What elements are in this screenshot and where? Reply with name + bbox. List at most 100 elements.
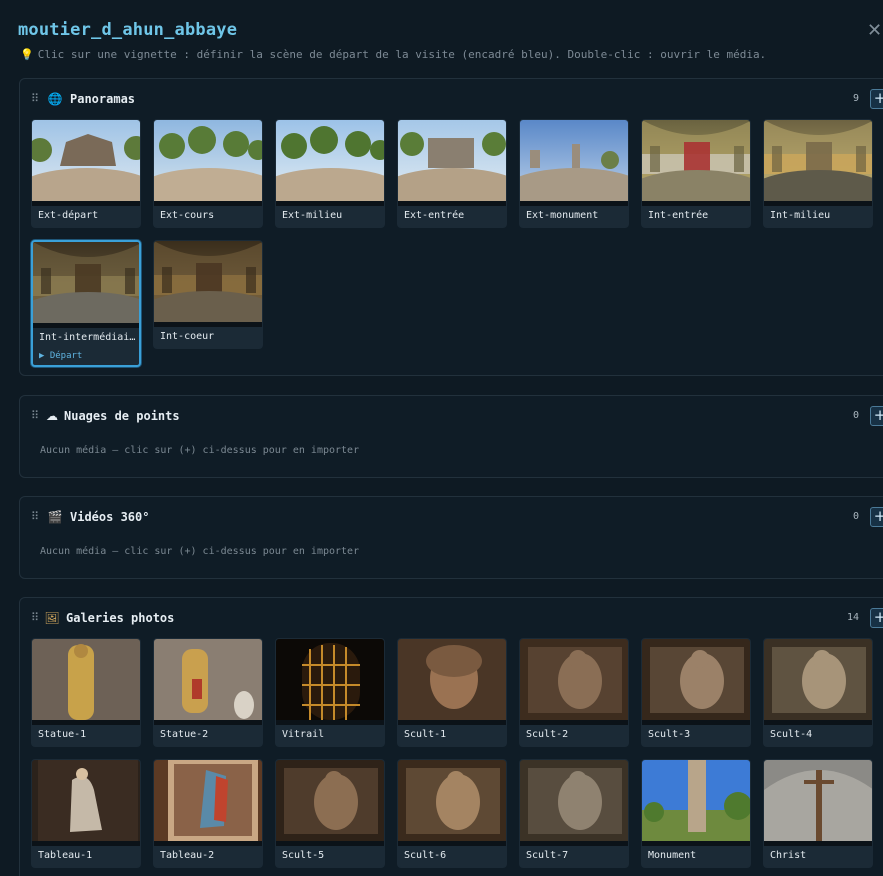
card-label: Scult-7 <box>526 850 569 861</box>
thumbnail-image <box>398 639 506 720</box>
thumbnail-strip <box>32 720 140 725</box>
panorama-card[interactable]: Ext-entrée <box>397 119 507 228</box>
photo-card[interactable]: Tableau-2 <box>153 759 263 868</box>
drag-handle-icon[interactable]: ⠿ <box>31 92 39 105</box>
close-icon[interactable]: ✕ <box>867 20 883 42</box>
thumbnail-image <box>154 120 262 201</box>
photo-card[interactable]: Tableau-1 <box>31 759 141 868</box>
thumbnail-strip <box>642 201 750 206</box>
thumbnail-strip <box>764 841 872 846</box>
thumbnail-strip <box>32 201 140 206</box>
card-label: Scult-6 <box>404 850 447 861</box>
cloud-icon: ☁ <box>46 409 58 423</box>
thumbnail-strip <box>398 201 506 206</box>
photo-card[interactable]: Scult-1 <box>397 638 507 747</box>
thumbnail-image <box>32 120 140 201</box>
hint-text: Clic sur une vignette : définir la scène… <box>37 48 767 61</box>
add-media-button[interactable]: + <box>870 89 883 109</box>
card-label: Ext-cours <box>160 210 215 221</box>
thumbnail-strip <box>642 720 750 725</box>
photo-card[interactable]: Scult-5 <box>275 759 385 868</box>
card-label: Scult-5 <box>282 850 325 861</box>
thumbnail-image <box>32 760 140 841</box>
section-videos: ⠿ 🎬 Vidéos 360° 0 + Aucun média — clic s… <box>19 496 883 579</box>
photo-card[interactable]: Statue-1 <box>31 638 141 747</box>
thumbnail-strip <box>520 201 628 206</box>
card-label: Int-intermédiaire <box>39 332 139 343</box>
thumbnail-strip <box>276 201 384 206</box>
photo-card[interactable]: Statue-2 <box>153 638 263 747</box>
globe-icon: 🌐 <box>47 92 63 106</box>
section-point-clouds: ⠿ ☁ Nuages de points 0 + Aucun média — c… <box>19 395 883 478</box>
section-header: ⠿ 🌐 Panoramas 9 + <box>20 79 883 119</box>
photo-card[interactable]: Scult-3 <box>641 638 751 747</box>
panorama-card[interactable]: Ext-départ <box>31 119 141 228</box>
item-count: 0 <box>852 511 859 522</box>
photo-card[interactable]: Scult-6 <box>397 759 507 868</box>
item-count: 0 <box>852 410 859 421</box>
panorama-card[interactable]: Ext-monument <box>519 119 629 228</box>
section-header: ⠿ 🖼 Galeries photos 14 + <box>20 598 883 638</box>
thumbnail-image <box>154 241 262 322</box>
thumbnail-strip <box>276 841 384 846</box>
panorama-card[interactable]: Int-intermédiaire ▶ Départ <box>31 240 141 367</box>
clapper-icon: 🎬 <box>47 510 63 524</box>
add-media-button[interactable]: + <box>870 608 883 628</box>
empty-message: Aucun média — clic sur (+) ci-dessus pou… <box>40 546 360 557</box>
card-label: Int-entrée <box>648 210 709 221</box>
photo-card[interactable]: Scult-2 <box>519 638 629 747</box>
section-panoramas: ⠿ 🌐 Panoramas 9 + Ext-départ Ext-cours E… <box>19 78 883 376</box>
photo-card[interactable]: Scult-7 <box>519 759 629 868</box>
card-label: Int-coeur <box>160 331 215 342</box>
empty-message: Aucun média — clic sur (+) ci-dessus pou… <box>40 445 360 456</box>
photo-card[interactable]: Christ <box>763 759 873 868</box>
thumbnail-strip <box>764 201 872 206</box>
section-header: ⠿ ☁ Nuages de points 0 + <box>20 396 883 436</box>
section-title: Galeries photos <box>66 611 175 625</box>
thumbnail-image <box>154 760 262 841</box>
photo-card[interactable]: Monument <box>641 759 751 868</box>
thumbnail-strip <box>154 322 262 327</box>
panorama-card[interactable]: Int-entrée <box>641 119 751 228</box>
section-title: Vidéos 360° <box>70 510 150 524</box>
drag-handle-icon[interactable]: ⠿ <box>31 510 39 523</box>
photo-card[interactable]: Scult-4 <box>763 638 873 747</box>
thumbnail-image <box>154 639 262 720</box>
card-label: Scult-2 <box>526 729 569 740</box>
section-galleries: ⠿ 🖼 Galeries photos 14 + Statue-1 Statue-… <box>19 597 883 876</box>
frame-picture-icon: 🖼 <box>44 611 60 625</box>
thumbnail-image <box>276 120 384 201</box>
thumbnail-strip <box>154 201 262 206</box>
card-label: Scult-4 <box>770 729 813 740</box>
panorama-card[interactable]: Ext-cours <box>153 119 263 228</box>
thumbnail-image <box>764 760 872 841</box>
drag-handle-icon[interactable]: ⠿ <box>31 611 39 624</box>
thumbnail-strip <box>32 841 140 846</box>
card-label: Ext-entrée <box>404 210 465 221</box>
add-media-button[interactable]: + <box>870 507 883 527</box>
thumbnail-strip <box>398 841 506 846</box>
card-label: Tableau-2 <box>160 850 215 861</box>
drag-handle-icon[interactable]: ⠿ <box>31 409 39 422</box>
lightbulb-icon: 💡 <box>20 48 34 61</box>
thumbnail-strip <box>33 323 139 328</box>
section-header: ⠿ 🎬 Vidéos 360° 0 + <box>20 497 883 537</box>
thumbnail-strip <box>520 841 628 846</box>
thumbnail-strip <box>642 841 750 846</box>
card-label: Vitrail <box>282 729 325 740</box>
thumbnail-strip <box>154 841 262 846</box>
thumbnail-image <box>642 639 750 720</box>
photo-card[interactable]: Vitrail <box>275 638 385 747</box>
thumbnail-image <box>520 639 628 720</box>
add-media-button[interactable]: + <box>870 406 883 426</box>
thumbnail-image <box>276 760 384 841</box>
thumbnail-strip <box>276 720 384 725</box>
thumbnail-strip <box>520 720 628 725</box>
card-label: Scult-1 <box>404 729 447 740</box>
panorama-card[interactable]: Int-coeur <box>153 240 263 349</box>
panorama-card[interactable]: Int-milieu <box>763 119 873 228</box>
card-label: Ext-monument <box>526 210 599 221</box>
thumbnail-image <box>33 242 139 323</box>
thumbnail-strip <box>398 720 506 725</box>
panorama-card[interactable]: Ext-milieu <box>275 119 385 228</box>
